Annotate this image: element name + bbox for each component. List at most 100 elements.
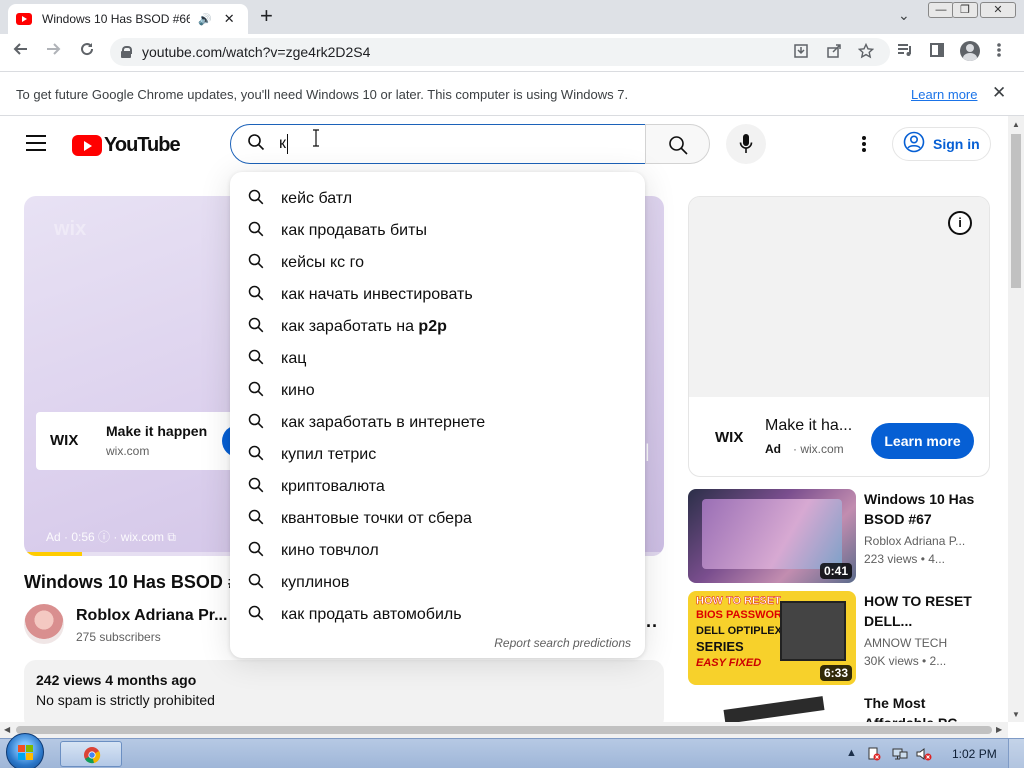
search-suggestion-item[interactable]: кац — [230, 343, 645, 375]
search-suggestion-text: как заработать в интернете — [281, 414, 486, 431]
network-icon[interactable] — [892, 747, 908, 764]
share-icon[interactable] — [826, 43, 842, 63]
volume-muted-icon[interactable] — [916, 747, 932, 764]
learn-more-button[interactable]: Learn more — [871, 423, 974, 459]
recommended-video[interactable]: 0:41 Windows 10 Has BSOD #67 Roblox Adri… — [688, 489, 990, 585]
search-suggestion-text: кац — [281, 350, 307, 367]
horizontal-scrollbar[interactable]: ◀ ▶ — [0, 722, 1008, 738]
recommended-video[interactable]: The Most Affordable PC... — [688, 693, 990, 722]
description-box[interactable]: 242 views 4 months ago No spam is strict… — [24, 660, 664, 730]
search-icon — [248, 253, 264, 274]
lock-icon[interactable] — [120, 46, 132, 58]
restore-button[interactable]: ❐ — [952, 2, 978, 18]
scroll-right-icon[interactable]: ▶ — [996, 725, 1002, 734]
settings-more-icon[interactable] — [862, 136, 866, 152]
search-suggestion-text: купил тетрис — [281, 446, 377, 463]
channel-name[interactable]: Roblox Adriana Pr... — [76, 607, 227, 625]
sign-in-label: Sign in — [933, 136, 980, 152]
system-clock[interactable]: 1:02 PM — [952, 747, 997, 761]
youtube-logo[interactable]: YouTube — [72, 134, 181, 157]
browser-tab[interactable]: Windows 10 Has BSOD #66 🔊 ✕ — [8, 4, 248, 34]
search-suggestion-item[interactable]: как продать автомобиль — [230, 599, 645, 631]
search-suggestion-item[interactable]: как продавать биты — [230, 215, 645, 247]
ad-info-icon[interactable]: i — [948, 211, 972, 235]
voice-search-button[interactable] — [726, 124, 766, 164]
search-suggestion-item[interactable]: куплинов — [230, 567, 645, 599]
windows-taskbar: ▲ 1:02 PM — [0, 733, 1024, 768]
sign-in-button[interactable]: Sign in — [892, 127, 991, 161]
search-suggestion-item[interactable]: как начать инвестировать — [230, 279, 645, 311]
infobar-message: To get future Google Chrome updates, you… — [16, 87, 629, 102]
chrome-menu-icon[interactable] — [996, 42, 1002, 63]
install-app-icon[interactable] — [793, 43, 809, 63]
address-bar[interactable]: youtube.com/watch?v=zge4rk2D2S4 — [110, 38, 890, 66]
scroll-up-icon[interactable]: ▲ — [1012, 120, 1020, 129]
thumbnail-text: SERIES — [696, 639, 744, 654]
report-predictions-link[interactable]: Report search predictions — [494, 636, 631, 650]
recommended-video-title[interactable]: HOW TO RESET DELL... — [864, 591, 984, 631]
vertical-scrollbar[interactable]: ▲ ▼ — [1008, 116, 1024, 722]
recommended-video-title[interactable]: The Most Affordable PC... — [864, 693, 984, 722]
learn-more-link[interactable]: Learn more — [911, 87, 977, 102]
scroll-left-icon[interactable]: ◀ — [4, 725, 10, 734]
youtube-header: YouTube к Sign in — [0, 116, 1008, 172]
url-text[interactable]: youtube.com/watch?v=zge4rk2D2S4 — [142, 44, 370, 60]
show-hidden-icons-icon[interactable]: ▲ — [846, 747, 857, 759]
search-icon — [248, 221, 264, 242]
side-panel-icon[interactable] — [929, 42, 945, 63]
guide-menu-icon[interactable] — [26, 135, 46, 151]
minimize-button[interactable]: — — [928, 2, 954, 18]
search-suggestion-item[interactable]: квантовые точки от сбера — [230, 503, 645, 535]
tab-close-icon[interactable]: ✕ — [224, 11, 235, 27]
search-suggestion-item[interactable]: криптовалюта — [230, 471, 645, 503]
recommended-video-title[interactable]: Windows 10 Has BSOD #67 — [864, 489, 984, 529]
action-center-icon[interactable] — [866, 747, 882, 764]
infobar-close-icon[interactable]: ✕ — [992, 83, 1006, 103]
reload-icon[interactable] — [76, 41, 98, 62]
search-suggestion-item[interactable]: кино — [230, 375, 645, 407]
search-suggestion-item[interactable]: кейсы кс го — [230, 247, 645, 279]
speaker-icon[interactable]: 🔊 — [198, 13, 212, 26]
vertical-scroll-thumb[interactable] — [1011, 134, 1021, 288]
start-button[interactable] — [6, 733, 44, 768]
show-desktop-button[interactable] — [1008, 739, 1024, 768]
new-tab-button[interactable]: + — [260, 5, 273, 27]
search-suggestion-text: криптовалюта — [281, 478, 385, 495]
taskbar-chrome-button[interactable] — [60, 741, 122, 767]
search-query-text: к — [279, 134, 288, 154]
sidebar-ad[interactable]: i WIX Make it ha... Ad · wix.com Learn m… — [688, 196, 990, 477]
search-input[interactable]: к — [230, 124, 646, 164]
search-icon — [248, 413, 264, 434]
ad-video-watermark: wix — [54, 218, 87, 240]
profile-avatar-icon[interactable] — [960, 41, 980, 61]
thumbnail-text: DELL OPTIPLEX — [696, 625, 782, 637]
back-arrow-icon[interactable] — [10, 41, 32, 62]
media-queue-icon[interactable] — [896, 42, 914, 63]
forward-arrow-icon[interactable] — [42, 41, 64, 62]
recommended-video[interactable]: HOW TO RESET BIOS PASSWORD DELL OPTIPLEX… — [688, 591, 990, 687]
browser-toolbar: youtube.com/watch?v=zge4rk2D2S4 — [0, 34, 1024, 72]
video-thumbnail[interactable] — [688, 693, 856, 722]
tab-search-chevron-icon[interactable]: ⌄ — [898, 7, 910, 24]
search-suggestion-item[interactable]: купил тетрис — [230, 439, 645, 471]
search-suggestion-item[interactable]: кино товчлол — [230, 535, 645, 567]
search-suggestion-item[interactable]: кейс батл — [230, 183, 645, 215]
search-suggestion-item[interactable]: как заработать в интернете — [230, 407, 645, 439]
channel-avatar[interactable] — [24, 604, 64, 644]
recommended-video-channel: Roblox Adriana P... — [864, 534, 966, 548]
bookmark-star-icon[interactable] — [857, 42, 875, 63]
scroll-down-icon[interactable]: ▼ — [1012, 710, 1020, 719]
window-close-button[interactable]: ✕ — [980, 2, 1016, 18]
search-button[interactable] — [645, 124, 710, 164]
youtube-favicon-icon — [16, 13, 32, 25]
search-suggestion-text: кино товчлол — [281, 542, 379, 559]
search-suggestion-item[interactable]: как заработать на p2p — [230, 311, 645, 343]
video-thumbnail[interactable]: HOW TO RESET BIOS PASSWORD DELL OPTIPLEX… — [688, 591, 856, 685]
video-description: No spam is strictly prohibited — [36, 692, 215, 708]
video-title: Windows 10 Has BSOD # — [24, 572, 238, 592]
subscriber-count: 275 subscribers — [76, 630, 161, 644]
search-button-icon — [668, 135, 688, 160]
sidebar-ad-media[interactable] — [689, 197, 989, 397]
horizontal-scroll-thumb[interactable] — [16, 726, 992, 734]
video-thumbnail[interactable]: 0:41 — [688, 489, 856, 583]
